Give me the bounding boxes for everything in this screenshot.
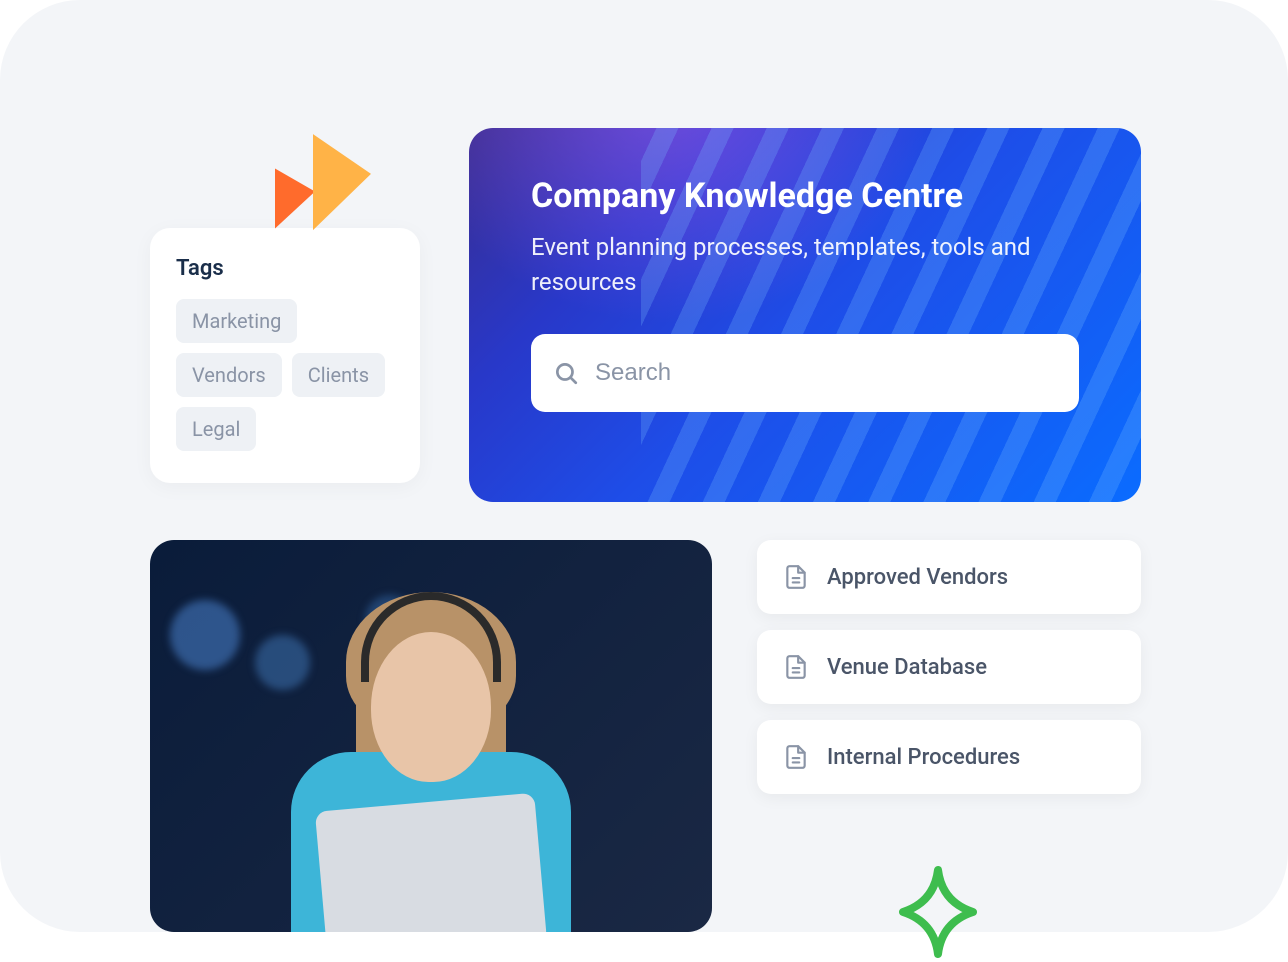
resource-label: Internal Procedures [827, 745, 1020, 770]
search-icon [553, 360, 579, 386]
hero-title: Company Knowledge Centre [531, 176, 1079, 216]
resource-internal-procedures[interactable]: Internal Procedures [757, 720, 1141, 794]
hero-subtitle: Event planning processes, templates, too… [531, 230, 1051, 300]
search-input[interactable] [595, 359, 1057, 387]
file-icon [783, 564, 809, 590]
tag-vendors[interactable]: Vendors [176, 353, 282, 397]
page-container: Tags Marketing Vendors Clients Legal Com… [0, 0, 1288, 932]
star-icon [888, 862, 988, 962]
file-icon [783, 744, 809, 770]
resource-label: Venue Database [827, 655, 987, 680]
tag-legal[interactable]: Legal [176, 407, 256, 451]
resource-venue-database[interactable]: Venue Database [757, 630, 1141, 704]
resource-approved-vendors[interactable]: Approved Vendors [757, 540, 1141, 614]
image-card [150, 540, 712, 932]
file-icon [783, 654, 809, 680]
tags-panel: Tags Marketing Vendors Clients Legal [150, 228, 420, 483]
hero-panel: Company Knowledge Centre Event planning … [469, 128, 1141, 502]
resource-list: Approved Vendors Venue Database Internal… [757, 540, 1141, 794]
resource-label: Approved Vendors [827, 565, 1008, 590]
tags-list: Marketing Vendors Clients Legal [176, 299, 394, 451]
tags-title: Tags [176, 256, 394, 281]
tag-clients[interactable]: Clients [292, 353, 385, 397]
search-box[interactable] [531, 334, 1079, 412]
tag-marketing[interactable]: Marketing [176, 299, 297, 343]
person-illustration [150, 540, 712, 932]
